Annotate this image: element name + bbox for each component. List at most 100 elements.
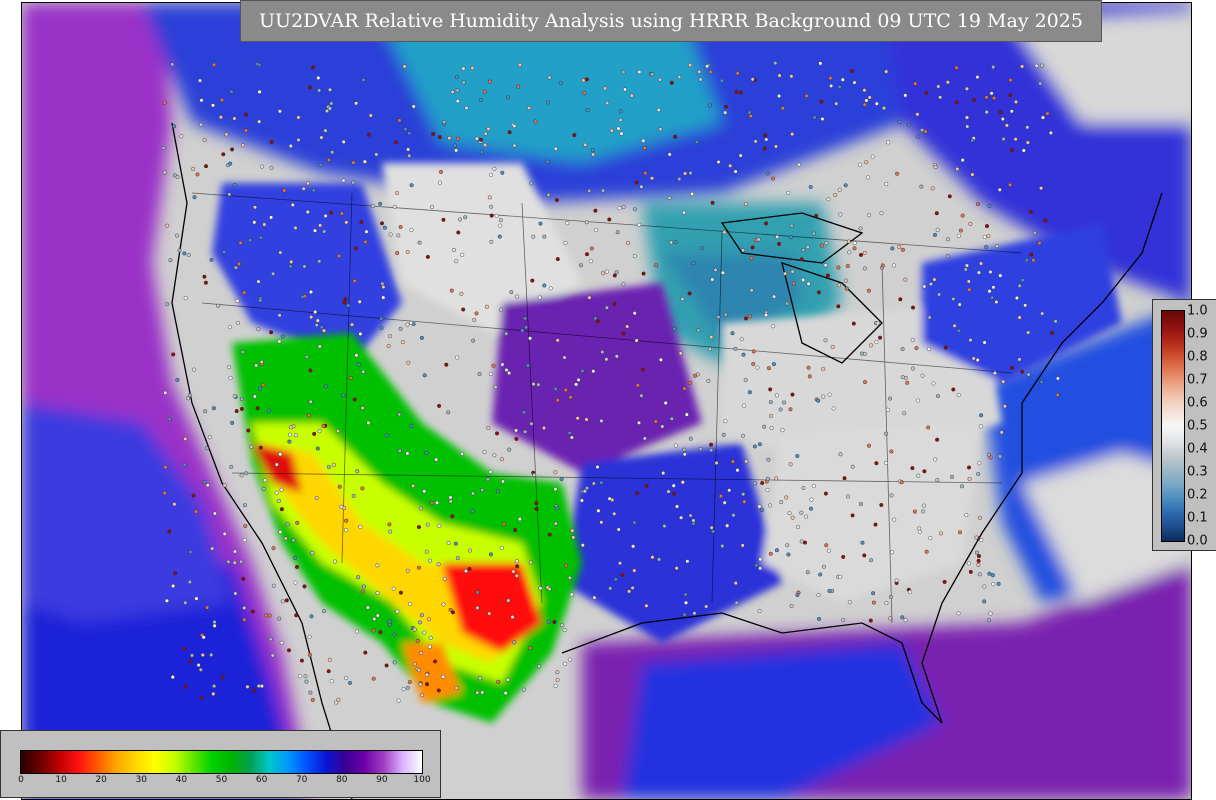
station-marker	[254, 363, 259, 368]
station-marker	[837, 85, 842, 90]
rh-tick-label: 100	[413, 775, 431, 785]
station-marker	[526, 363, 531, 368]
station-marker	[553, 521, 558, 526]
station-marker	[204, 446, 209, 451]
station-marker	[979, 413, 984, 418]
station-marker	[1009, 366, 1014, 371]
station-marker	[309, 614, 314, 619]
station-marker	[924, 549, 929, 554]
station-marker	[924, 90, 929, 95]
station-marker	[523, 316, 528, 321]
station-marker	[479, 150, 484, 155]
station-marker	[898, 297, 903, 302]
station-marker	[348, 680, 353, 685]
station-marker	[565, 221, 570, 226]
station-marker	[342, 300, 347, 305]
station-marker	[1017, 283, 1022, 288]
station-marker	[742, 499, 747, 504]
station-marker	[753, 139, 758, 144]
station-marker	[274, 462, 279, 467]
station-marker	[241, 576, 246, 581]
station-marker	[667, 152, 672, 157]
station-marker	[435, 500, 440, 505]
station-marker	[212, 62, 217, 67]
station-marker	[499, 545, 504, 550]
station-marker	[562, 355, 567, 360]
station-marker	[988, 611, 993, 616]
station-marker	[675, 504, 680, 509]
station-marker	[775, 234, 780, 239]
station-marker	[908, 589, 913, 594]
station-marker	[313, 228, 318, 233]
station-marker	[352, 278, 357, 283]
station-marker	[246, 428, 251, 433]
station-marker	[202, 138, 207, 143]
station-marker	[626, 240, 631, 245]
station-marker	[885, 407, 890, 412]
station-marker	[967, 561, 972, 566]
station-marker	[744, 201, 749, 206]
station-marker	[956, 233, 961, 238]
station-marker	[658, 77, 663, 82]
station-marker	[203, 280, 208, 285]
station-marker	[988, 270, 993, 275]
station-marker	[710, 200, 715, 205]
station-marker	[859, 252, 864, 257]
station-marker	[553, 683, 558, 688]
station-marker	[310, 697, 315, 702]
station-marker	[417, 668, 422, 673]
station-marker	[261, 383, 266, 388]
station-marker	[783, 271, 788, 276]
station-marker	[812, 115, 817, 120]
station-marker	[605, 269, 610, 274]
station-marker	[938, 95, 943, 100]
station-marker	[257, 386, 262, 391]
station-marker	[696, 328, 701, 333]
station-marker	[279, 640, 284, 645]
station-marker	[933, 232, 938, 237]
station-marker	[307, 85, 312, 90]
station-marker	[846, 494, 851, 499]
station-marker	[741, 492, 746, 497]
station-marker	[379, 325, 384, 330]
station-marker	[1020, 278, 1025, 283]
station-marker	[825, 273, 830, 278]
station-marker	[361, 77, 366, 82]
station-marker	[1026, 372, 1031, 377]
station-marker	[524, 325, 529, 330]
station-marker	[673, 134, 678, 139]
rh-tick-label: 90	[376, 775, 388, 785]
station-marker	[306, 413, 311, 418]
station-marker	[531, 382, 536, 387]
station-marker	[202, 480, 207, 485]
station-marker	[387, 619, 392, 624]
station-marker	[553, 387, 558, 392]
station-marker	[607, 496, 612, 501]
station-marker	[500, 170, 505, 175]
station-marker	[520, 328, 525, 333]
station-marker	[635, 383, 640, 388]
station-marker	[364, 229, 369, 234]
station-marker	[653, 419, 658, 424]
station-marker	[391, 586, 396, 591]
station-marker	[841, 554, 846, 559]
station-marker	[430, 500, 435, 505]
station-marker	[787, 511, 792, 516]
station-marker	[799, 510, 804, 515]
station-marker	[892, 517, 897, 522]
station-marker	[271, 546, 276, 551]
station-marker	[862, 102, 867, 107]
station-marker	[719, 78, 724, 83]
station-marker	[242, 538, 247, 543]
station-marker	[277, 616, 282, 621]
station-marker	[932, 277, 937, 282]
station-marker	[232, 560, 237, 565]
station-marker	[309, 315, 314, 320]
station-marker	[428, 635, 433, 640]
station-marker	[862, 88, 867, 93]
station-marker	[978, 515, 983, 520]
station-marker	[251, 688, 256, 693]
station-marker	[542, 283, 547, 288]
station-marker	[553, 470, 558, 475]
station-marker	[859, 502, 864, 507]
